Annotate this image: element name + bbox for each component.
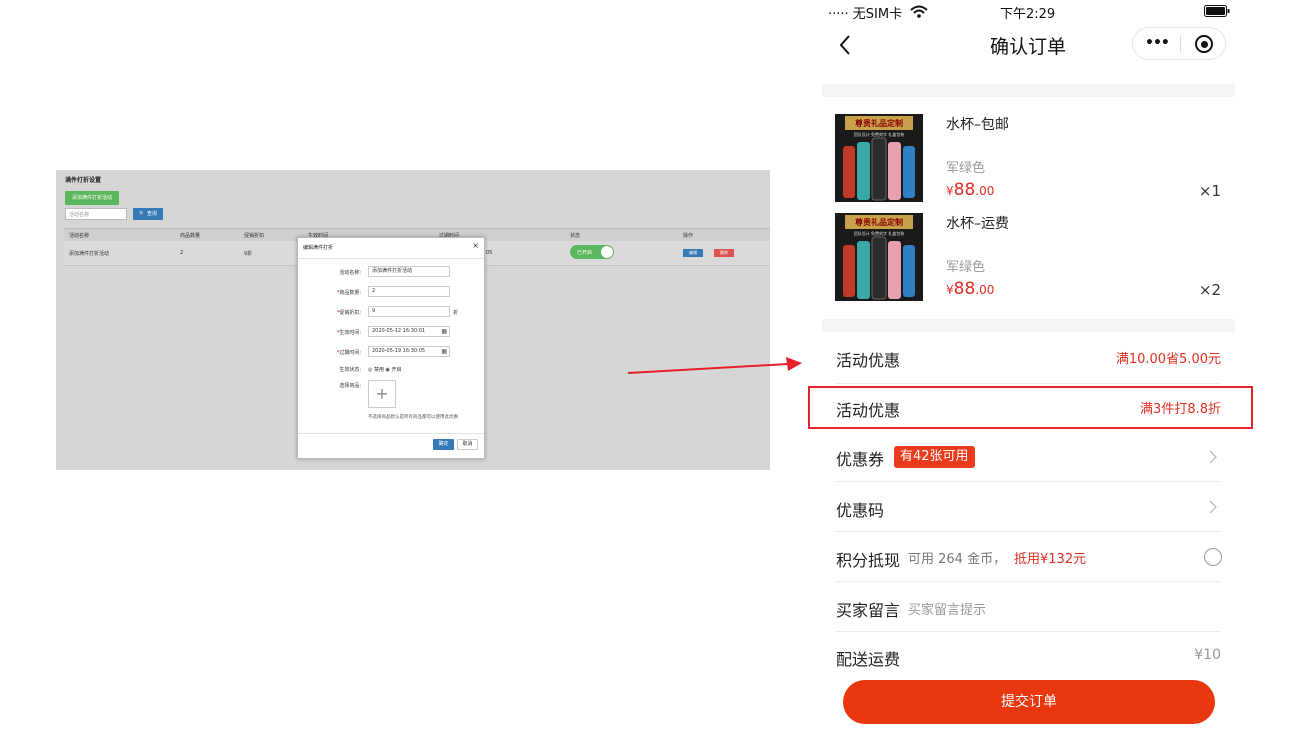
field-label-start: *生效时间: <box>336 330 361 336</box>
col-header: 操作 <box>683 233 694 239</box>
section-gap <box>822 84 1235 97</box>
toggle-knob <box>601 246 613 258</box>
divider <box>835 481 1221 482</box>
col-header: 活动名称 <box>69 233 90 239</box>
qty-field[interactable]: 2 <box>368 286 450 297</box>
chevron-right-icon[interactable] <box>1209 500 1217 514</box>
product-spec: 军绿色 <box>946 260 986 275</box>
points-available: 可用 264 金币， <box>908 552 1007 567</box>
shipping-fee: ¥10 <box>1194 647 1221 663</box>
end-time-field[interactable]: 2020-05-19 16:30:05 ▦ <box>368 346 450 357</box>
discount-unit: 折 <box>453 310 459 316</box>
calendar-icon[interactable]: ▦ <box>441 327 447 336</box>
more-icon[interactable]: ••• <box>1145 35 1170 51</box>
promo-label: 活动优惠 <box>836 351 901 370</box>
shipping-label: 配送运费 <box>836 650 901 669</box>
points-radio[interactable] <box>1204 548 1222 566</box>
submit-order-button[interactable]: 提交订单 <box>843 680 1215 724</box>
product-name: 水杯–包邮 <box>946 117 1009 133</box>
promo-value: 满10.00省5.00元 <box>1115 352 1221 367</box>
name-field[interactable]: 添加满件打折活动 <box>368 266 450 277</box>
product-name: 水杯–运费 <box>946 216 1009 232</box>
status-radio-group[interactable]: ◎ 禁用 ◉ 开启 <box>368 366 402 373</box>
admin-page-title: 满件打折设置 <box>65 177 102 184</box>
battery-icon <box>1204 5 1230 17</box>
delete-button[interactable]: 删除 <box>714 249 734 257</box>
calendar-icon[interactable]: ▦ <box>441 347 447 356</box>
status-toggle[interactable]: 已开启 <box>570 245 614 259</box>
divider <box>298 433 484 434</box>
divider <box>835 581 1221 582</box>
carrier-text: ····· 无SIM卡 <box>828 7 903 22</box>
close-icon[interactable]: × <box>472 241 479 250</box>
image-banner-text: 尊贵礼品定制 <box>855 118 903 128</box>
promo-code-label[interactable]: 优惠码 <box>836 497 884 521</box>
discount-field[interactable]: 9 <box>368 306 450 317</box>
modal-title: 编辑满件打折 <box>303 245 334 251</box>
product-qty: ×1 <box>1198 182 1221 200</box>
start-time-field[interactable]: 2020-05-12 16:30:01 ▦ <box>368 326 450 337</box>
arrow-icon <box>627 357 802 374</box>
product-spec: 军绿色 <box>946 161 986 176</box>
divider <box>298 258 484 259</box>
field-label-name: 活动名称: <box>339 270 361 276</box>
status-time: 下午2:29 <box>1000 7 1056 22</box>
promo-value: 满3件打8.8折 <box>1140 402 1221 417</box>
coupon-badge[interactable]: 有42张可用 <box>894 446 975 468</box>
product-price: ¥88.00 <box>946 279 995 299</box>
col-header: 状态 <box>570 233 581 239</box>
image-sub-text: 团队设计 免费刻字 礼盒包装 <box>854 131 905 137</box>
add-activity-button[interactable]: 添加满件打折活动 <box>65 191 119 205</box>
points-deduct: 抵用¥132元 <box>1014 552 1087 567</box>
phone-screen: ····· 无SIM卡 下午2:29 确认订单 ••• 尊贵礼品定制 团队设计 … <box>808 0 1255 734</box>
row-discount: 9折 <box>244 251 253 257</box>
confirm-button[interactable]: 确定 <box>433 439 454 450</box>
activity-search-input[interactable]: 活动名称 <box>65 208 127 220</box>
col-header: 商品数量 <box>180 233 201 239</box>
field-label-end: *过期时间: <box>336 350 361 356</box>
row-expire: 05 <box>486 250 493 256</box>
coupon-label[interactable]: 优惠券 <box>836 446 884 470</box>
col-header: 促销折扣 <box>244 233 265 239</box>
product-qty: ×2 <box>1198 281 1221 299</box>
field-label-discount: *促销折扣: <box>336 310 361 316</box>
cancel-button[interactable]: 取消 <box>457 439 478 450</box>
row-qty: 2 <box>180 250 184 256</box>
edit-button[interactable]: 编辑 <box>683 249 703 257</box>
row-name: 添加满件打折活动 <box>69 251 110 257</box>
image-banner-text: 尊贵礼品定制 <box>855 217 903 227</box>
image-sub-text: 团队设计 免费刻字 礼盒包装 <box>854 230 905 236</box>
buyer-message-label: 买家留言 <box>836 601 901 620</box>
buyer-message-input[interactable]: 买家留言提示 <box>908 599 986 618</box>
divider <box>835 631 1221 632</box>
wifi-icon <box>910 5 928 18</box>
promo-label: 活动优惠 <box>836 401 901 420</box>
product-price: ¥88.00 <box>946 180 995 200</box>
field-label-qty: *商品数量: <box>336 290 361 296</box>
divider <box>835 383 1221 384</box>
edit-modal: 编辑满件打折 × 活动名称: 添加满件打折活动 *商品数量: 2 *促销折扣: … <box>297 237 485 459</box>
status-toggle-label: 已开启 <box>577 250 593 256</box>
mini-program-capsule: ••• <box>1132 27 1226 60</box>
section-gap <box>822 319 1235 332</box>
product-image[interactable]: 尊贵礼品定制 团队设计 免费刻字 礼盒包装 <box>835 114 923 202</box>
field-label-goods: 选择商品: <box>339 383 361 389</box>
admin-screenshot: 满件打折设置 添加满件打折活动 活动名称 🔍 查询 活动名称 商品数量 促销折扣… <box>56 170 770 470</box>
chevron-right-icon[interactable] <box>1209 450 1217 464</box>
product-image[interactable]: 尊贵礼品定制 团队设计 免费刻字 礼盒包装 <box>835 213 923 301</box>
search-button[interactable]: 🔍 查询 <box>133 208 163 220</box>
close-circle-icon[interactable] <box>1195 35 1213 53</box>
search-button-label: 查询 <box>146 211 157 217</box>
add-goods-button[interactable]: + <box>368 380 396 408</box>
points-label: 积分抵现 <box>836 551 901 570</box>
field-label-status: 生效状态: <box>339 367 361 373</box>
goods-tip: 不选择商品默认是所有商品都可以使用此优惠 <box>368 415 458 420</box>
divider <box>1180 35 1181 53</box>
divider <box>835 531 1221 532</box>
